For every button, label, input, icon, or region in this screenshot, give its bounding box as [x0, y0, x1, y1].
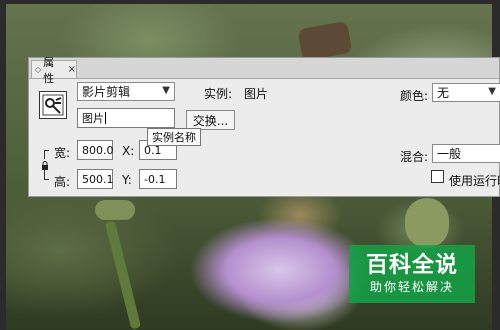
height-input[interactable]: 500.1	[77, 169, 114, 189]
panel-tabbar: ◇ 属性 ×	[29, 56, 499, 85]
height-label: 高:	[54, 175, 71, 189]
color-value: 无	[437, 86, 450, 100]
tab-grip-icon: ◇	[35, 65, 42, 74]
width-input[interactable]: 800.0	[77, 140, 114, 160]
lock-icon[interactable]	[41, 159, 49, 170]
properties-panel: ◇ 属性 × 影片剪辑 ▼ 实例: 图片 图片 交换... 宽: 800.0 X…	[28, 56, 500, 197]
width-label: 宽:	[54, 146, 71, 160]
y-input[interactable]: -0.1	[139, 169, 177, 189]
instance-name-input[interactable]: 图片	[77, 108, 175, 128]
runtime-checkbox-label: 使用运行时	[449, 174, 500, 188]
chevron-down-icon: ▼	[162, 85, 170, 96]
x-label: X:	[122, 144, 135, 158]
symbol-type-value: 影片剪辑	[82, 85, 131, 99]
tab-label: 属性	[43, 55, 55, 85]
window-frame	[0, 0, 6, 330]
window-frame	[0, 0, 500, 4]
symbol-type-select[interactable]: 影片剪辑 ▼	[77, 82, 175, 101]
watermark-subtitle: 助你轻松解决	[369, 280, 454, 294]
baike-watermark-logo: 百科全说 助你轻松解决	[349, 245, 475, 303]
chevron-down-icon: ▼	[488, 86, 496, 97]
swap-button[interactable]: 交换...	[186, 110, 235, 130]
y-label: Y:	[122, 173, 132, 187]
instance-value: 图片	[244, 87, 269, 101]
close-icon[interactable]: ×	[68, 64, 76, 75]
color-label: 颜色:	[400, 89, 429, 103]
plant-stem	[405, 198, 449, 248]
watermark-title: 百科全说	[365, 253, 458, 278]
plant-stem	[95, 200, 135, 220]
text-caret	[105, 112, 106, 124]
blend-select[interactable]: 一般	[432, 144, 500, 163]
blend-label: 混合:	[400, 150, 429, 164]
instance-name-value: 图片	[82, 112, 104, 125]
blend-value: 一般	[437, 147, 462, 161]
movieclip-symbol-icon	[39, 91, 67, 119]
tab-properties[interactable]: ◇ 属性 ×	[31, 56, 77, 85]
runtime-bitmap-checkbox[interactable]	[431, 170, 444, 183]
instance-label: 实例:	[204, 87, 233, 101]
color-select[interactable]: 无 ▼	[432, 83, 500, 102]
instance-name-tooltip: 实例名称	[147, 128, 201, 146]
constrain-proportions-bracket	[41, 150, 55, 180]
